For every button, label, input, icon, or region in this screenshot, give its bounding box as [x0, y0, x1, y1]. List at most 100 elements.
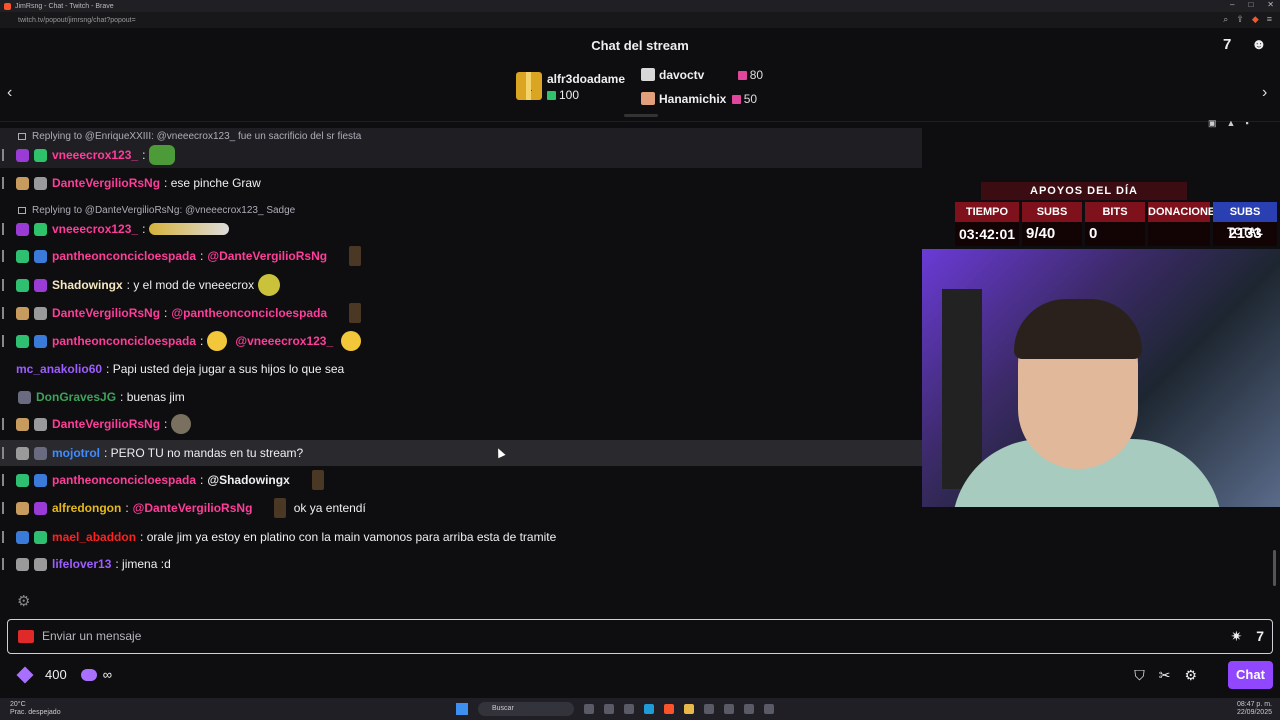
- party-icon[interactable]: ✷: [1230, 628, 1242, 645]
- chat-message[interactable]: DonGravesJG: buenas jim: [0, 384, 922, 410]
- bird-emote-icon[interactable]: [274, 498, 287, 518]
- 7tv-logo-icon[interactable]: 7: [1223, 36, 1231, 53]
- windows-start-icon[interactable]: [456, 703, 468, 715]
- bird-emote-icon[interactable]: [349, 246, 362, 266]
- overlay-title: APOYOS DEL DÍA: [981, 182, 1187, 200]
- users-icon[interactable]: ☻: [1251, 36, 1267, 53]
- record-icon[interactable]: [18, 630, 34, 643]
- username[interactable]: Shadowingx: [52, 278, 123, 292]
- gift-box-icon: [641, 92, 655, 105]
- username[interactable]: DonGravesJG: [36, 390, 116, 404]
- shield-icon[interactable]: ⛉: [1134, 667, 1145, 684]
- folder-icon[interactable]: [684, 704, 694, 714]
- chat-message[interactable]: alfredongon: @DanteVergilioRsNg ok ya ent…: [0, 495, 922, 521]
- taskbar-clock[interactable]: 08:47 p. m. 22/09/2025: [1237, 701, 1272, 717]
- channel-points[interactable]: 400 ∞: [16, 666, 112, 683]
- chat-message[interactable]: pantheonconcicloespada: @DanteVergilioRsN…: [0, 243, 922, 269]
- emote-tokens-value: ∞: [102, 667, 112, 682]
- username[interactable]: pantheonconcicloespada: [52, 334, 196, 348]
- chat-message[interactable]: pantheonconcicloespada: @Shadowingx: [0, 467, 922, 493]
- menu-icon[interactable]: ≡: [1267, 14, 1272, 25]
- message-text: ok ya entendí: [293, 501, 366, 515]
- username[interactable]: alfredongon: [52, 501, 121, 515]
- mention[interactable]: @vneeecrox123_: [235, 334, 333, 348]
- chat-settings-gear-icon[interactable]: ⚙: [17, 592, 30, 610]
- mention[interactable]: @DanteVergilioRsNg: [207, 249, 327, 263]
- username[interactable]: vneeecrox123_: [52, 222, 138, 236]
- url-text[interactable]: twitch.tv/popout/jimrsng/chat?popout=: [18, 17, 136, 24]
- chat-message[interactable]: Shadowingx: y el mod de vneeecrox: [0, 272, 922, 298]
- 7tv-emote-icon[interactable]: 7: [1256, 628, 1264, 645]
- wide-emote-icon[interactable]: [149, 223, 230, 235]
- mention[interactable]: @DanteVergilioRsNg: [133, 501, 253, 515]
- tools-icon[interactable]: ✂: [1159, 667, 1171, 684]
- stream-stats-overlay: APOYOS DEL DÍA TIEMPO 03:42:01 SUBS 9/40 B…: [955, 180, 1277, 250]
- brave-shield-icon[interactable]: ◆: [1252, 14, 1259, 25]
- reply-thread-bar: [2, 250, 4, 262]
- edge-icon[interactable]: [644, 704, 654, 714]
- taskbar-app-icon[interactable]: [704, 704, 714, 714]
- username[interactable]: mojotrol: [52, 446, 100, 460]
- cheer-badge-icon: [34, 176, 47, 190]
- taskbar-app-icon[interactable]: [764, 704, 774, 714]
- mention[interactable]: @pantheonconcicloespada: [171, 306, 327, 320]
- maximize-button[interactable]: □: [1248, 0, 1253, 9]
- chat-message[interactable]: mojotrol: PERO TU no mandas en tu stream…: [0, 440, 922, 466]
- username[interactable]: pantheonconcicloespada: [52, 473, 196, 487]
- chat-message[interactable]: DanteVergilioRsNg: ese pinche Graw: [0, 170, 922, 196]
- close-button[interactable]: ✕: [1267, 0, 1274, 9]
- share-icon[interactable]: ⇪: [1236, 14, 1244, 25]
- chat-message[interactable]: DanteVergilioRsNg: @pantheonconcicloespad…: [0, 300, 922, 326]
- bronze-badge-icon: [16, 417, 29, 431]
- cat-emote-icon[interactable]: [171, 414, 192, 434]
- streamer-webcam: [922, 249, 1280, 507]
- chat-message[interactable]: DanteVergilioRsNg:: [0, 411, 922, 437]
- chat-scrollbar[interactable]: [1273, 550, 1276, 586]
- username[interactable]: DanteVergilioRsNg: [52, 417, 160, 431]
- taskbar-app-icon[interactable]: [624, 704, 634, 714]
- chat-message[interactable]: vneeecrox123_:: [0, 142, 922, 168]
- taskbar-search[interactable]: Buscar: [478, 702, 574, 716]
- taskbar-app-icon[interactable]: [724, 704, 734, 714]
- chat-message[interactable]: mael_abaddon: orale jim ya estoy en plat…: [0, 524, 922, 550]
- pepe-emote-icon[interactable]: [149, 145, 176, 165]
- address-bar[interactable]: twitch.tv/popout/jimrsng/chat?popout= ⌕ …: [0, 12, 1280, 28]
- gift-badge-icon: [34, 148, 47, 162]
- chat-input[interactable]: Enviar un mensaje ✷ 7: [7, 619, 1273, 654]
- mention[interactable]: @Shadowingx: [207, 473, 289, 487]
- bird-emote-icon[interactable]: [311, 470, 324, 490]
- chevron-left-icon[interactable]: ‹: [7, 84, 12, 102]
- taskbar-app-icon[interactable]: [604, 704, 614, 714]
- username[interactable]: mc_anakolio60: [16, 362, 102, 376]
- leaderboard-scroll[interactable]: [624, 114, 658, 117]
- chat-message[interactable]: pantheonconcicloespada: @vneeecrox123_: [0, 328, 922, 354]
- message-text: buenas jim: [126, 390, 185, 404]
- zoom-icon[interactable]: ⌕: [1223, 14, 1228, 25]
- taskbar-app-icon[interactable]: [584, 704, 594, 714]
- chat-send-button[interactable]: Chat: [1228, 661, 1273, 689]
- settings-icon[interactable]: ⚙: [1184, 667, 1197, 684]
- chat-message[interactable]: lifelover13: jimena :d: [0, 551, 922, 577]
- username[interactable]: DanteVergilioRsNg: [52, 306, 160, 320]
- chevron-right-icon[interactable]: ›: [1262, 84, 1267, 102]
- username[interactable]: DanteVergilioRsNg: [52, 176, 160, 190]
- username[interactable]: lifelover13: [52, 557, 111, 571]
- leaderboard-third[interactable]: Hanamichix 50: [641, 92, 757, 106]
- taskbar-app-icon[interactable]: [744, 704, 754, 714]
- chat-message[interactable]: vneeecrox123_:: [0, 216, 922, 242]
- weather-widget[interactable]: 20°C Prac. despejado: [10, 701, 61, 717]
- chat-message[interactable]: mc_anakolio60: Papi usted deja jugar a s…: [0, 356, 922, 382]
- chat-input-placeholder[interactable]: Enviar un mensaje: [42, 629, 141, 643]
- leaderboard-first[interactable]: 1 alfr3doadame 100: [516, 72, 636, 102]
- username[interactable]: mael_abaddon: [52, 530, 136, 544]
- username[interactable]: vneeecrox123_: [52, 148, 138, 162]
- smile-emote-icon[interactable]: [341, 331, 362, 351]
- smile-emote-icon[interactable]: [207, 331, 228, 351]
- lemon-emote-icon[interactable]: [258, 274, 281, 296]
- brave-taskbar-icon[interactable]: [664, 704, 674, 714]
- message-text: jimena :d: [122, 557, 171, 571]
- username[interactable]: pantheonconcicloespada: [52, 249, 196, 263]
- leaderboard-second[interactable]: davoctv 80: [641, 68, 763, 82]
- bird-emote-icon[interactable]: [349, 303, 362, 323]
- minimize-button[interactable]: –: [1230, 0, 1234, 9]
